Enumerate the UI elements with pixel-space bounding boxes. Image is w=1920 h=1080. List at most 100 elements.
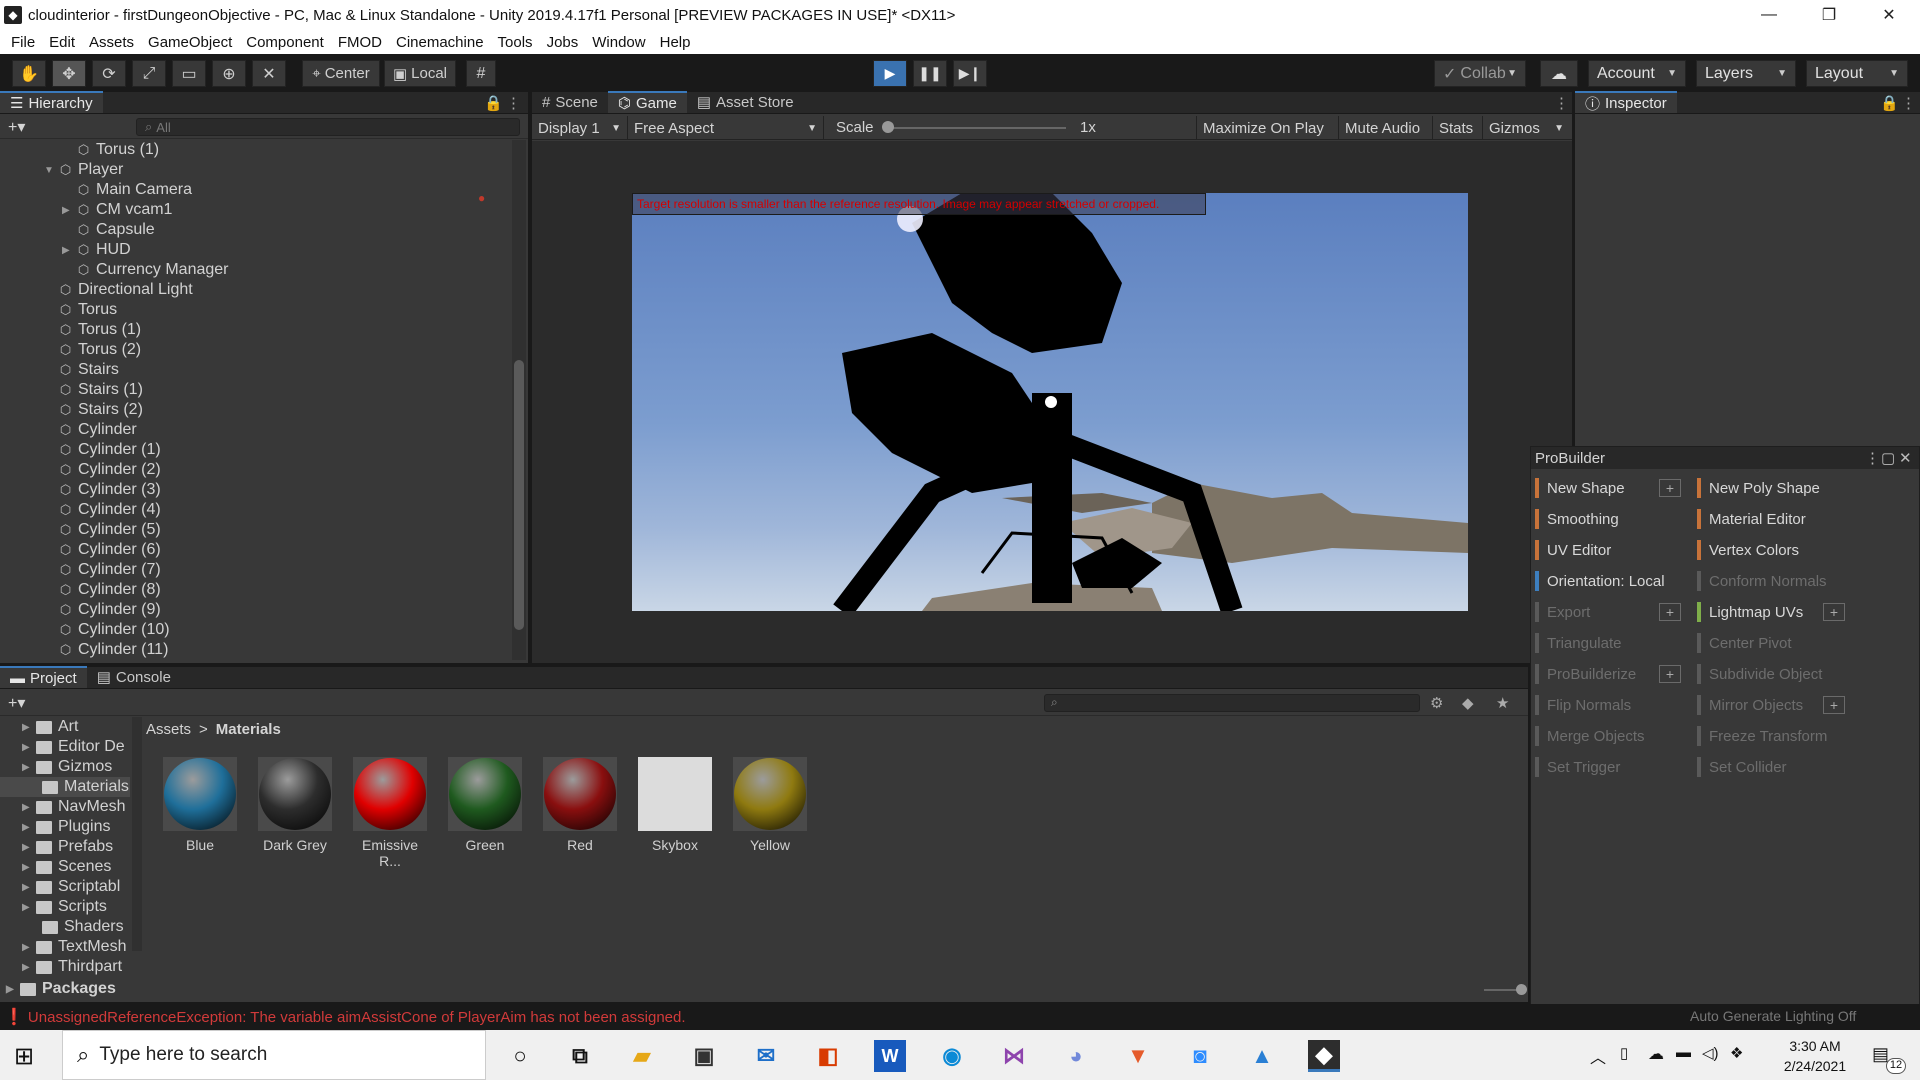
- hierarchy-item[interactable]: ⬡ Stairs (1): [58, 380, 143, 400]
- expand-arrow-right-icon[interactable]: ▶: [22, 942, 36, 953]
- probuilder-action[interactable]: Triangulate: [1535, 632, 1622, 654]
- project-folder-item[interactable]: ▶ Prefabs: [22, 837, 113, 857]
- hierarchy-scroll-thumb[interactable]: [514, 360, 524, 630]
- restore-button[interactable]: ❐: [1800, 0, 1858, 30]
- material-asset[interactable]: Green: [445, 757, 525, 853]
- game-viewport[interactable]: Target resolution is smaller than the re…: [632, 193, 1468, 611]
- hierarchy-item[interactable]: ⬡ Main Camera: [76, 180, 192, 200]
- probuilder-action[interactable]: Set Trigger: [1535, 756, 1620, 778]
- create-plus-icon[interactable]: +▾: [8, 693, 25, 713]
- file-explorer-icon[interactable]: ▰: [626, 1040, 658, 1072]
- custom-tool-icon[interactable]: ✕: [252, 60, 286, 87]
- hierarchy-item[interactable]: ⬡ Directional Light: [58, 280, 193, 300]
- move-tool-icon[interactable]: ✥: [52, 60, 86, 87]
- expand-arrow-right-icon[interactable]: ▶: [62, 205, 76, 216]
- pivot-center-button[interactable]: ⌖ Center: [302, 60, 380, 87]
- volume-icon[interactable]: ◁): [1702, 1044, 1719, 1062]
- tab-console[interactable]: ▤ Console: [87, 666, 181, 688]
- options-plus-icon[interactable]: +: [1659, 603, 1681, 621]
- hierarchy-item[interactable]: ⬡ Torus (1): [76, 140, 159, 160]
- pause-button[interactable]: ❚❚: [913, 60, 947, 87]
- layers-dropdown[interactable]: Layers ▼: [1696, 60, 1796, 87]
- scale-slider-thumb[interactable]: [882, 121, 894, 133]
- menu-assets[interactable]: Assets: [82, 34, 141, 51]
- hand-tool-icon[interactable]: ✋: [12, 60, 46, 87]
- mail-icon[interactable]: ✉: [750, 1040, 782, 1072]
- office-icon[interactable]: ◧: [812, 1040, 844, 1072]
- hierarchy-item[interactable]: ⬡ Cylinder (10): [58, 620, 170, 640]
- probuilder-action[interactable]: Lightmap UVs: [1697, 601, 1803, 623]
- project-folder-item[interactable]: ▶ TextMesh: [22, 937, 126, 957]
- material-asset[interactable]: Skybox: [635, 757, 715, 853]
- grid-snap-icon[interactable]: #: [466, 60, 496, 87]
- kebab-menu-icon[interactable]: ⋮: [1865, 449, 1880, 467]
- edge-icon[interactable]: ◉: [936, 1040, 968, 1072]
- expand-arrow-right-icon[interactable]: ▶: [22, 882, 36, 893]
- maximize-on-play-toggle[interactable]: Maximize On Play: [1196, 116, 1330, 140]
- hierarchy-item[interactable]: ⬡ Cylinder (3): [58, 480, 161, 500]
- project-folder-item[interactable]: ▶ Scriptabl: [22, 877, 120, 897]
- expand-arrow-down-icon[interactable]: ▼: [44, 165, 58, 176]
- kebab-menu-icon[interactable]: ⋮: [1554, 94, 1569, 112]
- breadcrumb-materials[interactable]: Materials: [216, 721, 281, 738]
- probuilder-action[interactable]: Center Pivot: [1697, 632, 1792, 654]
- probuilder-action[interactable]: Conform Normals: [1697, 570, 1827, 592]
- expand-arrow-right-icon[interactable]: ▶: [22, 822, 36, 833]
- probuilder-action[interactable]: New Poly Shape: [1697, 477, 1820, 499]
- status-bar[interactable]: ❗ UnassignedReferenceException: The vari…: [0, 1004, 1920, 1030]
- scale-slider-track[interactable]: [886, 127, 1066, 129]
- probuilder-action[interactable]: UV Editor: [1535, 539, 1611, 561]
- options-plus-icon[interactable]: +: [1823, 696, 1845, 714]
- windows-start-icon[interactable]: ⊞: [14, 1042, 34, 1071]
- cloud-button[interactable]: ☁: [1540, 60, 1578, 87]
- hierarchy-item[interactable]: ⬡ Torus: [58, 300, 117, 320]
- hierarchy-item[interactable]: ⬡ Capsule: [76, 220, 155, 240]
- collab-dropdown[interactable]: ✓ Collab ▼: [1434, 60, 1526, 87]
- mute-audio-toggle[interactable]: Mute Audio: [1338, 116, 1426, 140]
- rect-tool-icon[interactable]: ▭: [172, 60, 206, 87]
- close-button[interactable]: ✕: [1860, 0, 1918, 30]
- dropbox-icon[interactable]: ❖: [1730, 1044, 1743, 1062]
- hierarchy-item[interactable]: ⬡ Cylinder (1): [58, 440, 161, 460]
- expand-arrow-right-icon[interactable]: ▶: [22, 962, 36, 973]
- tab-project[interactable]: ▬ Project: [0, 666, 87, 688]
- probuilder-action[interactable]: Mirror Objects: [1697, 694, 1803, 716]
- probuilder-action[interactable]: Export: [1535, 601, 1590, 623]
- menu-gameobject[interactable]: GameObject: [141, 34, 239, 51]
- hierarchy-item[interactable]: ⬡ Cylinder (7): [58, 560, 161, 580]
- expand-arrow-right-icon[interactable]: ▶: [22, 862, 36, 873]
- material-asset[interactable]: Blue: [160, 757, 240, 853]
- menu-fmod[interactable]: FMOD: [331, 34, 389, 51]
- probuilder-action[interactable]: Vertex Colors: [1697, 539, 1799, 561]
- pivot-local-button[interactable]: ▣ Local: [384, 60, 456, 87]
- project-folder-item[interactable]: Materials: [0, 777, 130, 797]
- menu-help[interactable]: Help: [653, 34, 698, 51]
- tab-scene[interactable]: # Scene: [532, 91, 608, 113]
- close-icon[interactable]: ✕: [1899, 449, 1912, 467]
- status-error-message[interactable]: UnassignedReferenceException: The variab…: [28, 1009, 686, 1026]
- hierarchy-scrollbar[interactable]: [512, 140, 526, 660]
- menu-window[interactable]: Window: [585, 34, 652, 51]
- onedrive-cloud-icon[interactable]: ☁: [1648, 1044, 1664, 1064]
- probuilder-action[interactable]: Merge Objects: [1535, 725, 1645, 747]
- scale-tool-icon[interactable]: ⤢: [132, 60, 166, 87]
- probuilder-action[interactable]: Subdivide Object: [1697, 663, 1822, 685]
- probuilder-action[interactable]: Set Collider: [1697, 756, 1787, 778]
- probuilder-action[interactable]: Orientation: Local: [1535, 570, 1665, 592]
- options-plus-icon[interactable]: +: [1659, 665, 1681, 683]
- stats-toggle[interactable]: Stats: [1432, 116, 1479, 140]
- breadcrumb-assets[interactable]: Assets: [146, 721, 191, 738]
- project-folder-item[interactable]: ▶ Thirdpart: [22, 957, 122, 977]
- menu-jobs[interactable]: Jobs: [540, 34, 586, 51]
- visual-studio-icon[interactable]: ⋈: [998, 1040, 1030, 1072]
- hierarchy-item[interactable]: ▶ ⬡ HUD: [62, 240, 131, 260]
- rotate-tool-icon[interactable]: ⟳: [92, 60, 126, 87]
- menu-component[interactable]: Component: [239, 34, 331, 51]
- project-folder-item[interactable]: Shaders: [42, 917, 124, 937]
- options-plus-icon[interactable]: +: [1823, 603, 1845, 621]
- display-dropdown[interactable]: Display 1 ▼: [532, 116, 628, 140]
- probuilder-action[interactable]: Material Editor: [1697, 508, 1806, 530]
- project-folder-item[interactable]: ▶ NavMesh: [22, 797, 126, 817]
- probuilder-action[interactable]: Flip Normals: [1535, 694, 1631, 716]
- project-folder-item[interactable]: ▶ Editor De: [22, 737, 125, 757]
